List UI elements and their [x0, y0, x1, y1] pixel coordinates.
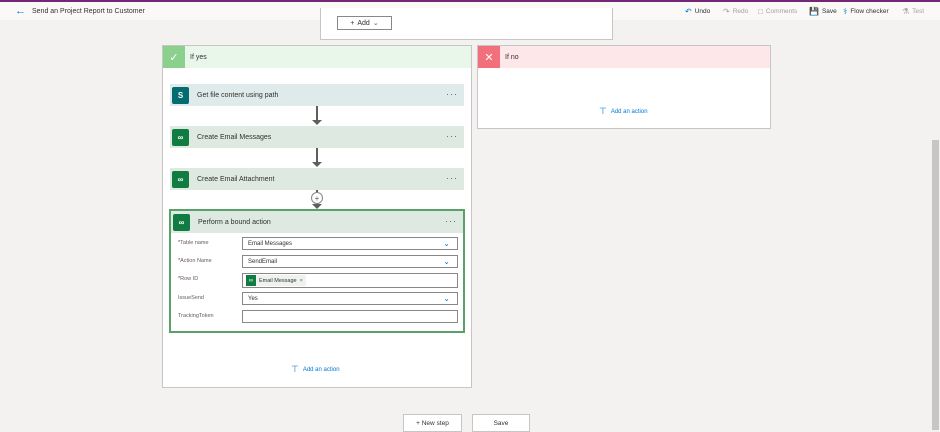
- token-label: Email Message: [259, 277, 297, 284]
- row-id-input[interactable]: ∞ Email Message ×: [242, 273, 458, 288]
- action-title: Perform a bound action: [198, 218, 271, 226]
- more-options-icon[interactable]: ···: [446, 173, 458, 183]
- remove-token-icon[interactable]: ×: [300, 278, 303, 284]
- action-create-email-attachment[interactable]: ∞ Create Email Attachment ···: [170, 168, 464, 190]
- chevron-down-icon: ⌄: [443, 257, 450, 266]
- add-action-yes-label: Add an action: [302, 366, 340, 373]
- undo-button[interactable]: ↶ Undo: [685, 7, 710, 16]
- back-arrow-icon[interactable]: ←: [15, 5, 26, 17]
- add-button[interactable]: + Add ⌄: [337, 16, 392, 30]
- action-name-dropdown[interactable]: SendEmail ⌄: [242, 255, 458, 268]
- insert-step-plus-icon[interactable]: +: [311, 192, 323, 204]
- field-label-issue-send: IssueSend: [178, 295, 204, 301]
- field-label-action-name: *Action Name: [178, 258, 212, 264]
- dataverse-icon: ∞: [172, 128, 189, 146]
- chevron-down-icon: ⌄: [443, 294, 450, 303]
- stethoscope-icon: ⚕: [843, 7, 848, 16]
- field-label-table-name: *Table name: [178, 240, 209, 246]
- add-action-no[interactable]: ⊤ Add an action: [599, 106, 648, 117]
- flow-checker-label: Flow checker: [850, 8, 889, 15]
- field-label-row-id: *Row ID: [178, 276, 199, 282]
- field-label-tracking-token: TrackingToken: [178, 313, 214, 319]
- tracking-token-input[interactable]: [242, 310, 458, 323]
- branch-yes-label: If yes: [190, 53, 207, 61]
- comments-button[interactable]: □ Comments: [758, 7, 797, 16]
- test-label: Test: [912, 8, 925, 15]
- issue-send-value: Yes: [248, 295, 258, 302]
- new-step-button[interactable]: + New step: [403, 414, 462, 432]
- action-title: Create Email Messages: [197, 133, 272, 141]
- vertical-scrollbar[interactable]: [931, 20, 940, 430]
- action-name-value: SendEmail: [248, 258, 278, 265]
- add-action-no-label: Add an action: [610, 108, 648, 115]
- comment-icon: □: [758, 7, 763, 16]
- save-bottom-button[interactable]: Save: [472, 414, 530, 432]
- more-options-icon[interactable]: ···: [446, 89, 458, 99]
- comments-label: Comments: [765, 8, 798, 15]
- expanded-action-header[interactable]: ∞ Perform a bound action ···: [171, 211, 463, 233]
- action-title: Create Email Attachment: [197, 175, 275, 183]
- save-bottom-label: Save: [493, 419, 509, 427]
- connector-arrow: [316, 148, 318, 162]
- undo-label: Undo: [694, 8, 711, 15]
- branch-no-label: If no: [505, 53, 519, 61]
- new-step-label: + New step: [416, 419, 449, 427]
- flow-title: Send an Project Report to Customer: [32, 8, 145, 15]
- save-label: Save: [821, 8, 837, 15]
- arrow-down-icon: [312, 162, 322, 167]
- sharepoint-icon: S: [172, 86, 189, 104]
- action-create-email-messages[interactable]: ∞ Create Email Messages ···: [170, 126, 464, 148]
- condition-card: + Add ⌄: [320, 8, 613, 40]
- branch-no-header: ✕ If no: [478, 46, 770, 68]
- branch-if-no: ✕ If no ⊤ Add an action: [477, 45, 771, 129]
- checkmark-icon: ✓: [163, 46, 185, 68]
- redo-button[interactable]: ↷ Redo: [723, 7, 748, 16]
- more-options-icon[interactable]: ···: [446, 131, 458, 141]
- undo-icon: ↶: [685, 7, 692, 16]
- connector-arrow: [316, 106, 318, 120]
- action-get-file-content[interactable]: S Get file content using path ···: [170, 84, 464, 106]
- save-button[interactable]: 💾 Save: [809, 7, 837, 16]
- flask-icon: ⚗: [902, 7, 910, 16]
- branch-yes-header: ✓ If yes: [163, 46, 471, 68]
- add-action-yes[interactable]: ⊤ Add an action: [291, 364, 340, 375]
- add-label: Add: [357, 19, 370, 27]
- table-name-value: Email Messages: [248, 240, 293, 247]
- more-options-icon[interactable]: ···: [445, 216, 457, 226]
- dataverse-icon: ∞: [172, 170, 189, 188]
- redo-icon: ↷: [723, 7, 730, 16]
- dataverse-icon: ∞: [246, 275, 256, 286]
- plus-icon: +: [350, 19, 355, 27]
- add-action-icon: ⊤: [599, 106, 607, 116]
- chevron-down-icon: ⌄: [372, 20, 379, 27]
- issue-send-dropdown[interactable]: Yes ⌄: [242, 292, 458, 305]
- flow-checker-button[interactable]: ⚕ Flow checker: [843, 7, 889, 16]
- add-action-icon: ⊤: [291, 364, 299, 374]
- test-button[interactable]: ⚗ Test: [902, 7, 924, 16]
- arrow-down-icon: [312, 120, 322, 125]
- save-icon: 💾: [809, 7, 819, 16]
- redo-label: Redo: [732, 8, 749, 15]
- dynamic-content-token[interactable]: ∞ Email Message ×: [246, 275, 306, 286]
- close-icon: ✕: [478, 46, 500, 68]
- scrollbar-thumb[interactable]: [932, 140, 939, 430]
- dataverse-icon: ∞: [173, 213, 190, 231]
- action-perform-bound-action: ∞ Perform a bound action ··· *Table name…: [169, 209, 465, 333]
- action-title: Get file content using path: [197, 91, 279, 99]
- table-name-dropdown[interactable]: Email Messages ⌄: [242, 237, 458, 250]
- chevron-down-icon: ⌄: [443, 239, 450, 248]
